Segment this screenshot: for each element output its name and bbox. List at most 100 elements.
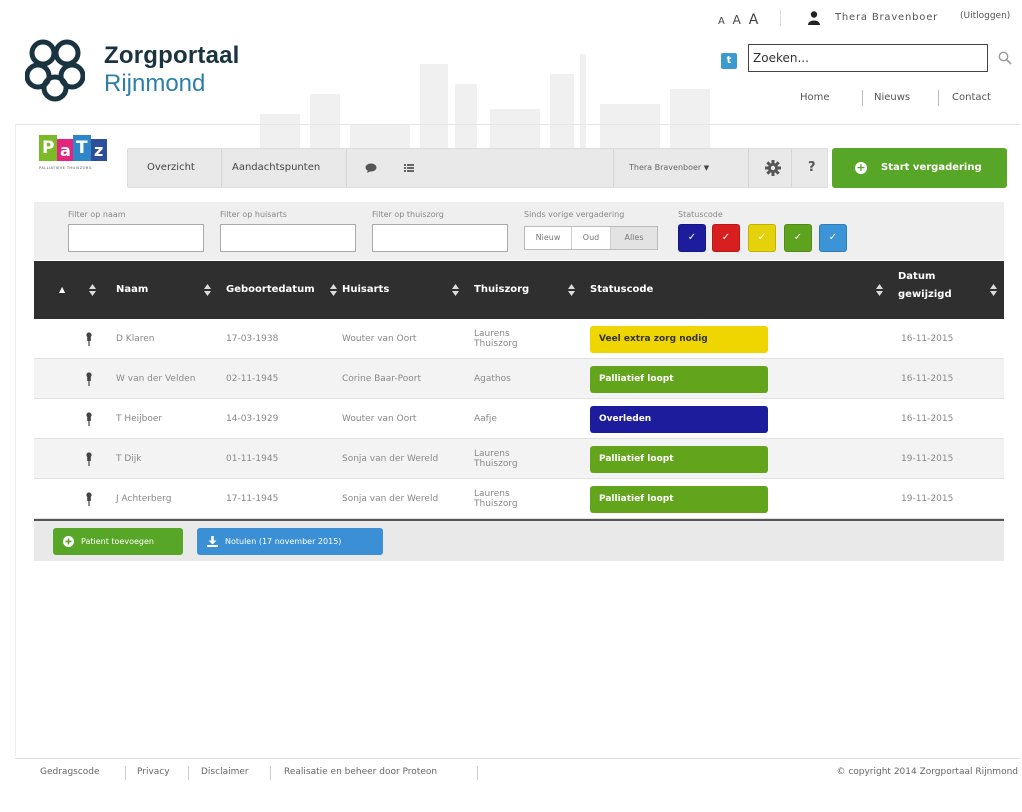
status-badge[interactable]: Veel extra zorg nodig	[590, 326, 768, 353]
gear-icon[interactable]	[765, 160, 781, 176]
filter-gp-input[interactable]	[220, 224, 356, 252]
table-row[interactable]: D Klaren 17-03-1938 Wouter van Oort Laurens…	[34, 319, 1004, 359]
sort-icon[interactable]	[568, 283, 575, 297]
since-meeting-toggle: Nieuw Oud Alles	[524, 226, 658, 250]
nav-home[interactable]: Home	[800, 92, 830, 103]
user-menu[interactable]: Thera Bravenboer ▼	[629, 149, 709, 187]
logo-subtitle[interactable]: Rijnmond	[104, 70, 205, 98]
sort-icon[interactable]	[204, 283, 211, 297]
minutes-download-button[interactable]: Notulen (17 november 2015)	[197, 528, 383, 555]
plus-circle-icon: +	[855, 161, 867, 174]
zorgportaal-logo-icon	[25, 39, 85, 102]
sort-icon[interactable]	[330, 283, 337, 297]
tab-aandachtspunten[interactable]: Aandachtspunten	[232, 149, 320, 187]
status-filter-green[interactable]: ✓	[784, 224, 812, 252]
column-geboortedatum[interactable]: Geboortedatum	[226, 261, 315, 319]
column-statuscode[interactable]: Statuscode	[590, 261, 653, 319]
since-option-oud[interactable]: Oud	[572, 227, 610, 249]
minutes-label: Notulen (17 november 2015)	[225, 537, 342, 546]
sort-icon[interactable]	[89, 283, 96, 297]
add-patient-label: Patient toevoegen	[81, 537, 154, 546]
column-thuiszorg[interactable]: Thuiszorg	[474, 261, 529, 319]
font-size-controls: A A A	[718, 12, 760, 28]
download-icon	[207, 536, 218, 547]
status-badge[interactable]: Overleden	[590, 406, 768, 433]
since-option-alles[interactable]: Alles	[611, 227, 657, 249]
column-datum-gewijzigd[interactable]: Datum gewijzigd	[898, 265, 960, 315]
status-badge[interactable]: Palliatief loopt	[590, 446, 768, 473]
start-meeting-button[interactable]: + Start vergadering	[832, 148, 1007, 188]
plus-circle-icon	[63, 536, 74, 547]
font-size-small[interactable]: A	[718, 16, 727, 27]
sort-icon[interactable]	[876, 283, 883, 297]
divider	[862, 90, 863, 106]
footer-link-proteon[interactable]: Realisatie en beheer door Proteon	[284, 767, 437, 777]
patz-logo[interactable]: P a T z PALLIATIEVE THUISZORG	[39, 135, 109, 181]
status-filter-yellow[interactable]: ✓	[748, 224, 776, 252]
nav-nieuws[interactable]: Nieuws	[874, 92, 910, 103]
table-row[interactable]: T Heijboer 14-03-1929 Wouter van Oort Aafje…	[34, 399, 1004, 439]
cell-naam: W van der Velden	[116, 374, 196, 384]
pin-icon[interactable]	[85, 412, 93, 426]
status-badge[interactable]: Palliatief loopt	[590, 366, 768, 393]
footer-link-privacy[interactable]: Privacy	[137, 767, 170, 777]
comment-icon[interactable]	[365, 163, 377, 173]
search-icon[interactable]	[998, 51, 1012, 65]
pin-icon[interactable]	[85, 332, 93, 346]
list-icon[interactable]	[404, 163, 414, 173]
filter-name-input[interactable]	[68, 224, 204, 252]
caret-down-icon: ▼	[703, 164, 710, 172]
since-option-nieuw[interactable]: Nieuw	[525, 227, 571, 249]
cell-geboortedatum: 14-03-1929	[226, 414, 279, 424]
page-footer: Gedragscode Privacy Disclaimer Realisati…	[15, 758, 1020, 812]
add-patient-button[interactable]: Patient toevoegen	[53, 528, 183, 555]
cell-thuiszorg: Aafje	[474, 414, 497, 424]
table-row[interactable]: J Achterberg 17-11-1945 Sonja van der Were…	[34, 479, 1004, 519]
divider	[125, 766, 126, 780]
footer-link-disclaimer[interactable]: Disclaimer	[201, 767, 249, 777]
column-huisarts[interactable]: Huisarts	[342, 261, 389, 319]
status-filter-red[interactable]: ✓	[712, 224, 740, 252]
font-size-large[interactable]: A	[749, 12, 761, 28]
pin-icon[interactable]	[85, 452, 93, 466]
cell-datum-gewijzigd: 16-11-2015	[901, 414, 954, 424]
cell-geboortedatum: 02-11-1945	[226, 374, 279, 384]
status-filter-blue-dark[interactable]: ✓	[678, 224, 706, 252]
logo-title[interactable]: Zorgportaal	[104, 42, 240, 70]
copyright: © copyright 2014 Zorgportaal Rijnmond	[836, 767, 1018, 777]
status-badge[interactable]: Palliatief loopt	[590, 486, 768, 513]
main-panel: P a T z PALLIATIEVE THUISZORG Overzicht …	[15, 124, 1020, 756]
select-all-toggle[interactable]: ▲	[59, 261, 65, 319]
logout-link[interactable]: (Uitloggen)	[960, 11, 1010, 21]
cell-naam: D Klaren	[116, 334, 155, 344]
pin-icon[interactable]	[85, 492, 93, 506]
filter-homecare-input[interactable]	[372, 224, 508, 252]
tab-overzicht[interactable]: Overzicht	[147, 149, 195, 187]
filter-name-label: Filter op naam	[68, 210, 126, 219]
patz-letter-a: a	[60, 141, 71, 160]
font-size-medium[interactable]: A	[733, 13, 743, 27]
divider	[938, 90, 939, 106]
column-naam[interactable]: Naam	[116, 261, 148, 319]
help-button[interactable]: ?	[808, 149, 816, 187]
pin-icon[interactable]	[85, 372, 93, 386]
nav-contact[interactable]: Contact	[952, 92, 991, 103]
table-row[interactable]: T Dijk 01-11-1945 Sonja van der Wereld Laur…	[34, 439, 1004, 479]
sort-icon[interactable]	[452, 283, 459, 297]
table-row[interactable]: W van der Velden 02-11-1945 Corine Baar-Po…	[34, 359, 1004, 399]
search-input[interactable]	[748, 44, 988, 72]
sort-icon[interactable]	[990, 283, 997, 297]
cell-geboortedatum: 01-11-1945	[226, 454, 279, 464]
divider	[188, 766, 189, 780]
filter-gp-label: Filter op huisarts	[220, 210, 287, 219]
cell-thuiszorg: Laurens Thuiszorg	[474, 449, 518, 469]
status-filter-blue-light[interactable]: ✓	[819, 224, 847, 252]
footer-link-gedragscode[interactable]: Gedragscode	[40, 767, 100, 777]
cell-huisarts: Corine Baar-Poort	[342, 374, 422, 384]
cell-naam: T Heijboer	[116, 414, 163, 424]
cell-datum-gewijzigd: 16-11-2015	[901, 334, 954, 344]
twitter-icon[interactable]: t	[721, 53, 737, 69]
cell-thuiszorg: Laurens Thuiszorg	[474, 329, 518, 349]
cell-thuiszorg: Laurens Thuiszorg	[474, 489, 518, 509]
divider	[748, 149, 749, 187]
